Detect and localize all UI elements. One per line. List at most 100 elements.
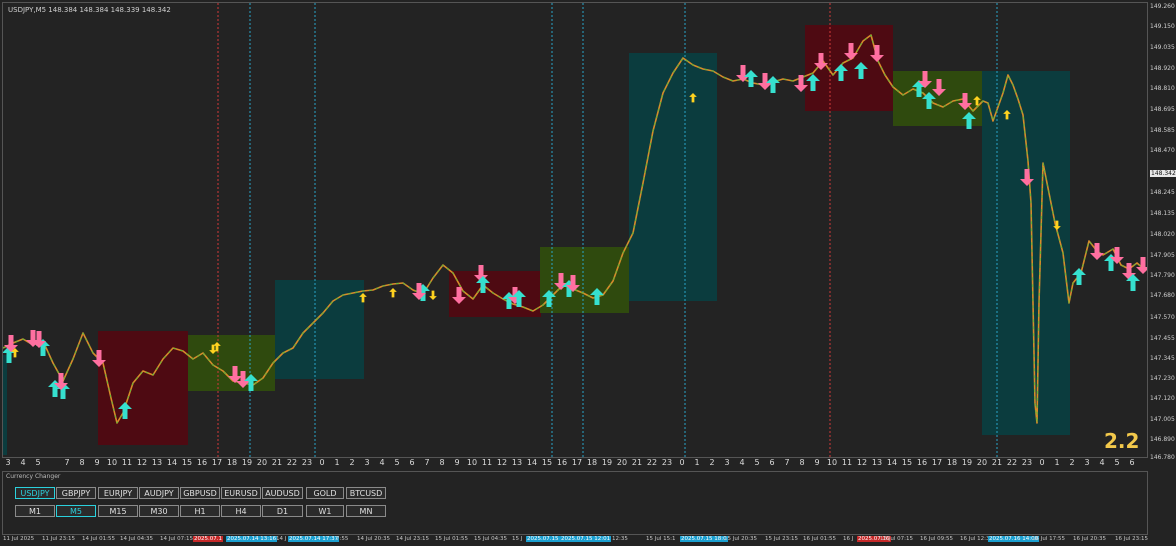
price-tick-label: 147.790 (1150, 272, 1175, 279)
date-tick-label: 16 Jul 17:55 (1032, 536, 1065, 542)
hour-tick-label: 16 (556, 458, 568, 467)
sell-arrow-icon (429, 290, 437, 300)
date-tick-label: 15 Jul 20:35 (724, 536, 757, 542)
date-tick-label: 15 J (512, 536, 523, 542)
hour-tick-label: 15 (901, 458, 913, 467)
timeframe-mn-button[interactable]: MN (346, 505, 386, 517)
hour-tick-label: 9 (814, 458, 820, 467)
date-tick-label: 14 Jul 07:15 (160, 536, 193, 542)
hour-tick-label: 19 (961, 458, 973, 467)
hour-tick-label: 19 (241, 458, 253, 467)
timeframe-m1-button[interactable]: M1 (15, 505, 55, 517)
hour-tick-label: 4 (739, 458, 745, 467)
timeframe-w1-button[interactable]: W1 (306, 505, 344, 517)
hour-tick-label: 13 (151, 458, 163, 467)
symbol-btcusd-button[interactable]: BTCUSD (346, 487, 386, 499)
hour-tick-label: 0 (1039, 458, 1045, 467)
date-tick-label: 15 Jul 04:35 (474, 536, 507, 542)
hour-tick-label: 15 (541, 458, 553, 467)
hour-tick-label: 20 (616, 458, 628, 467)
hour-tick-label: 5 (1114, 458, 1120, 467)
price-tick-label: 148.470 (1150, 147, 1175, 154)
hour-tick-label: 9 (94, 458, 100, 467)
timeframe-m30-button[interactable]: M30 (139, 505, 179, 517)
hour-tick-label: 17 (571, 458, 583, 467)
hour-tick-label: 23 (1021, 458, 1033, 467)
date-tick-label: 2025.07.15 (526, 536, 560, 542)
hour-tick-label: 21 (991, 458, 1003, 467)
hour-tick-label: 0 (679, 458, 685, 467)
symbol-gold-button[interactable]: GOLD (306, 487, 344, 499)
timeframe-h4-button[interactable]: H4 (221, 505, 261, 517)
price-tick-label: 147.455 (1150, 335, 1175, 342)
date-tick-label: 16 J (843, 536, 854, 542)
symbol-gbpusd-button[interactable]: GBPUSD (180, 487, 220, 499)
price-tick-label: 148.920 (1150, 65, 1175, 72)
symbol-usdjpy-button[interactable]: USDJPY (15, 487, 55, 499)
hour-tick-label: 3 (724, 458, 730, 467)
session-box (982, 71, 1070, 435)
hour-tick-label: 17 (931, 458, 943, 467)
price-tick-label: 147.230 (1150, 375, 1175, 382)
symbol-gbpjpy-button[interactable]: GBPJPY (56, 487, 96, 499)
hour-tick-label: 2 (1069, 458, 1075, 467)
hour-tick-label: 18 (946, 458, 958, 467)
hour-tick-label: 12 (496, 458, 508, 467)
symbol-eurusd-button[interactable]: EURUSD (221, 487, 261, 499)
hour-tick-label: 11 (121, 458, 133, 467)
price-axis[interactable]: 149.260 149.150 149.035 148.920 148.810 148.6… (1147, 2, 1176, 461)
date-tick-label: 16 Jul 20:35 (1073, 536, 1106, 542)
hour-tick-label: 5 (35, 458, 41, 467)
date-tick-label: 14 Jul 01:55 (82, 536, 115, 542)
hour-tick-label: 1 (334, 458, 340, 467)
date-tick-label: 16 Jul 09:55 (920, 536, 953, 542)
timeframe-m5-button[interactable]: M5 (56, 505, 96, 517)
hour-tick-label: 21 (631, 458, 643, 467)
hour-tick-label: 7 (424, 458, 430, 467)
price-tick-label: 148.695 (1150, 106, 1175, 113)
timeframe-h1-button[interactable]: H1 (180, 505, 220, 517)
hour-tick-label: 5 (394, 458, 400, 467)
symbol-audjpy-button[interactable]: AUDJPY (139, 487, 179, 499)
indicator-version-label: 2.2 (1104, 429, 1140, 453)
hour-tick-label: 9 (454, 458, 460, 467)
date-tick-label: 15 Jul 15:1 (646, 536, 676, 542)
timeframe-m15-button[interactable]: M15 (98, 505, 138, 517)
hour-tick-label: 5 (754, 458, 760, 467)
hour-tick-label: 3 (1084, 458, 1090, 467)
hour-tick-label: 8 (799, 458, 805, 467)
timeframe-d1-button[interactable]: D1 (262, 505, 303, 517)
currency-changer-panel: Currency Changer USDJPY GBPJPY EURJPY AUDJP… (2, 471, 1148, 535)
hour-tick-label: 7 (64, 458, 70, 467)
date-axis: 11 Jul 2025 11 Jul 23:15 14 Jul 01:55 14 Ju… (0, 534, 1176, 546)
price-tick-label: 149.035 (1150, 44, 1175, 51)
hour-tick-label: 4 (1099, 458, 1105, 467)
hour-tick-label: 14 (166, 458, 178, 467)
hour-tick-label: 23 (301, 458, 313, 467)
date-tick-label: 16 Jul 23:15 (1115, 536, 1148, 542)
symbol-eurjpy-button[interactable]: EURJPY (98, 487, 138, 499)
price-chart[interactable]: USDJPY,M5 148.384 148.384 148.339 148.34… (2, 2, 1148, 458)
date-tick-label: 16 Jul 01:55 (803, 536, 836, 542)
hour-tick-label: 14 (526, 458, 538, 467)
date-tick-label: 16 Jul 07:15 (880, 536, 913, 542)
hour-tick-label: 8 (439, 458, 445, 467)
price-tick-label: 148.245 (1150, 189, 1175, 196)
symbol-audusd-button[interactable]: AUDUSD (262, 487, 303, 499)
hour-tick-label: 6 (769, 458, 775, 467)
date-tick-label: 2025.07.15 18:0 (680, 536, 728, 542)
date-tick-label: 12:35 (612, 536, 628, 542)
hour-tick-label: 22 (1006, 458, 1018, 467)
date-tick-label: 7:55 (336, 536, 349, 542)
price-tick-label: 148.810 (1150, 85, 1175, 92)
hour-tick-label: 21 (271, 458, 283, 467)
price-tick-label: 147.345 (1150, 355, 1175, 362)
date-tick-label: 14 Jul 20:35 (357, 536, 390, 542)
hour-tick-label: 18 (226, 458, 238, 467)
price-tick-label: 148.585 (1150, 127, 1175, 134)
session-box (629, 53, 717, 301)
hour-tick-label: 6 (409, 458, 415, 467)
hour-tick-label: 19 (601, 458, 613, 467)
hour-tick-label: 23 (661, 458, 673, 467)
panel-title: Currency Changer (6, 473, 61, 480)
